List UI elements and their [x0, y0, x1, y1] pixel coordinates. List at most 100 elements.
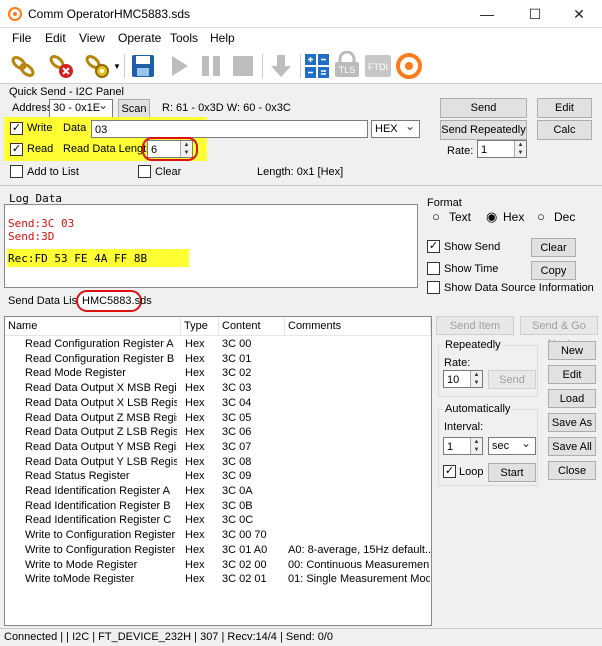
pause-icon[interactable]	[196, 51, 226, 81]
save-icon[interactable]	[128, 51, 158, 81]
column-header-comments[interactable]: Comments	[285, 317, 431, 335]
cell-type: Hex	[185, 455, 205, 468]
data-input[interactable]: 03	[91, 120, 368, 138]
send-button[interactable]: Send	[440, 98, 527, 118]
address-select[interactable]: 30 - 0x1E	[49, 97, 113, 118]
rate-input[interactable]: 1 ▲ ▼	[477, 140, 527, 158]
load-button[interactable]: Load	[548, 389, 596, 408]
cell-name: Write to Configuration Register A	[25, 529, 177, 542]
read-checkbox[interactable]: ✓	[10, 143, 23, 156]
show-source-checkbox[interactable]	[427, 281, 440, 294]
status-bar: Connected | | I2C | FT_DEVICE_232H | 307…	[0, 628, 602, 646]
table-row[interactable]: Write to Configuration Register A Hex 3C 0…	[5, 528, 431, 543]
connect-icon[interactable]	[8, 51, 38, 81]
interval-value: 1	[447, 441, 454, 453]
column-header-type[interactable]: Type	[181, 317, 219, 335]
menu-view[interactable]: View	[79, 31, 105, 45]
column-header-name[interactable]: Name	[5, 317, 181, 335]
ftdi-icon[interactable]: FTDI	[363, 51, 393, 81]
menu-help[interactable]: Help	[210, 31, 235, 45]
write-checkbox[interactable]: ✓	[10, 122, 23, 135]
cell-type: Hex	[185, 440, 205, 453]
settings-icon[interactable]	[82, 51, 112, 81]
start-button[interactable]: Start	[488, 463, 536, 482]
menu-file[interactable]: File	[12, 31, 31, 45]
new-button[interactable]: New	[548, 341, 596, 360]
table-body: Read Configuration Register A Hex 3C 00 Rea…	[5, 337, 431, 625]
dec-radio-label: Dec	[554, 210, 576, 224]
send-data-table[interactable]: Name Type Content Comments Read Configur…	[4, 316, 432, 626]
tab-hmc5883[interactable]: HMC5883.sds	[76, 290, 152, 312]
repeat-rate-input[interactable]: 10 ▲ ▼	[443, 370, 483, 388]
show-time-checkbox[interactable]	[427, 262, 440, 275]
address-value: 30 - 0x1E	[53, 102, 101, 114]
table-row[interactable]: Read Configuration Register A Hex 3C 00	[5, 337, 431, 352]
table-row[interactable]: Read Data Output X LSB Register Hex 3C 04	[5, 396, 431, 411]
interval-spinner[interactable]: ▲ ▼	[470, 438, 482, 454]
table-row[interactable]: Write to Mode Register Hex 3C 02 00 00: Con…	[5, 558, 431, 573]
save-as-button[interactable]: Save As	[548, 413, 596, 432]
table-row[interactable]: Read Identification Register A Hex 3C 0A	[5, 484, 431, 499]
settings-dropdown-icon[interactable]: ▼	[113, 62, 121, 71]
minimize-button[interactable]: —	[464, 0, 510, 28]
repeat-send-button[interactable]: Send	[488, 370, 536, 389]
close-list-button[interactable]: Close	[548, 461, 596, 480]
scan-button[interactable]: Scan	[118, 99, 150, 119]
table-row[interactable]: Write toMode Register Hex 3C 02 01 01: Sing…	[5, 572, 431, 587]
splitter[interactable]	[0, 185, 602, 189]
table-row[interactable]: Write to Configuration Register B Hex 3C 0…	[5, 543, 431, 558]
menu-edit[interactable]: Edit	[45, 31, 66, 45]
disconnect-icon[interactable]	[46, 51, 76, 81]
table-row[interactable]: Read Data Output Y LSB Register Hex 3C 08	[5, 455, 431, 470]
save-all-button[interactable]: Save All	[548, 437, 596, 456]
clear-checkbox[interactable]	[138, 165, 151, 178]
add-to-list-checkbox[interactable]	[10, 165, 23, 178]
log-area[interactable]: Send:3C 03 Send:3D Rec:FD 53 FE 4A FF 8B	[4, 204, 418, 288]
repeat-rate-spinner[interactable]: ▲ ▼	[470, 371, 482, 387]
send-repeatedly-button[interactable]: Send Repeatedly	[440, 120, 527, 140]
maximize-button[interactable]: ☐	[512, 0, 558, 28]
table-row[interactable]: Read Status Register Hex 3C 09	[5, 469, 431, 484]
cell-name: Write to Configuration Register B	[25, 543, 177, 556]
loop-checkbox[interactable]: ✓	[443, 465, 456, 478]
table-row[interactable]: Read Identification Register B Hex 3C 0B	[5, 499, 431, 514]
header-divider	[5, 335, 431, 336]
menu-operate[interactable]: Operate	[118, 31, 161, 45]
send-go-next-button[interactable]: Send & Go Next	[520, 316, 598, 350]
show-send-checkbox[interactable]: ✓	[427, 240, 440, 253]
read-label: Read	[27, 143, 54, 155]
download-icon[interactable]	[266, 51, 296, 81]
table-row[interactable]: Read Data Output Z MSB Register Hex 3C 05	[5, 411, 431, 426]
edit-button[interactable]: Edit	[537, 98, 592, 118]
calc-button[interactable]: Calc	[537, 120, 592, 140]
list-edit-button[interactable]: Edit	[548, 365, 596, 384]
table-row[interactable]: Read Data Output Z LSB Register Hex 3C 06	[5, 425, 431, 440]
interval-unit-select[interactable]: sec	[488, 435, 536, 455]
data-format-select[interactable]: HEX	[371, 118, 420, 138]
copy-button[interactable]: Copy	[531, 261, 576, 280]
tls-icon[interactable]: TLS	[332, 50, 362, 81]
dec-radio[interactable]: ○	[537, 209, 545, 224]
tab-send-data-list[interactable]: Send Data List	[8, 295, 80, 307]
read-length-annotation	[142, 137, 198, 161]
calculator-icon[interactable]	[302, 51, 332, 81]
table-row[interactable]: Read Data Output X MSB Register Hex 3C 03	[5, 381, 431, 396]
app-logo-icon[interactable]	[394, 51, 424, 81]
table-row[interactable]: Read Mode Register Hex 3C 02	[5, 366, 431, 381]
send-item-button[interactable]: Send Item	[436, 316, 514, 335]
column-header-content[interactable]: Content	[219, 317, 285, 335]
log-clear-button[interactable]: Clear	[531, 238, 576, 257]
table-row[interactable]: Read Identification Register C Hex 3C 0C	[5, 513, 431, 528]
menu-tools[interactable]: Tools	[170, 31, 198, 45]
text-radio[interactable]: ○	[432, 209, 440, 224]
close-window-button[interactable]: ✕	[556, 0, 602, 28]
menu-bar: File Edit View Operate Tools Help	[0, 28, 602, 48]
cell-content: 3C 04	[222, 396, 252, 409]
play-icon[interactable]	[164, 51, 194, 81]
hex-radio[interactable]: ◉	[486, 209, 497, 225]
interval-input[interactable]: 1 ▲ ▼	[443, 437, 483, 455]
stop-icon[interactable]	[228, 51, 258, 81]
table-row[interactable]: Read Data Output Y MSB Register Hex 3C 07	[5, 440, 431, 455]
rate-spinner[interactable]: ▲ ▼	[514, 141, 526, 157]
table-row[interactable]: Read Configuration Register B Hex 3C 01	[5, 352, 431, 367]
